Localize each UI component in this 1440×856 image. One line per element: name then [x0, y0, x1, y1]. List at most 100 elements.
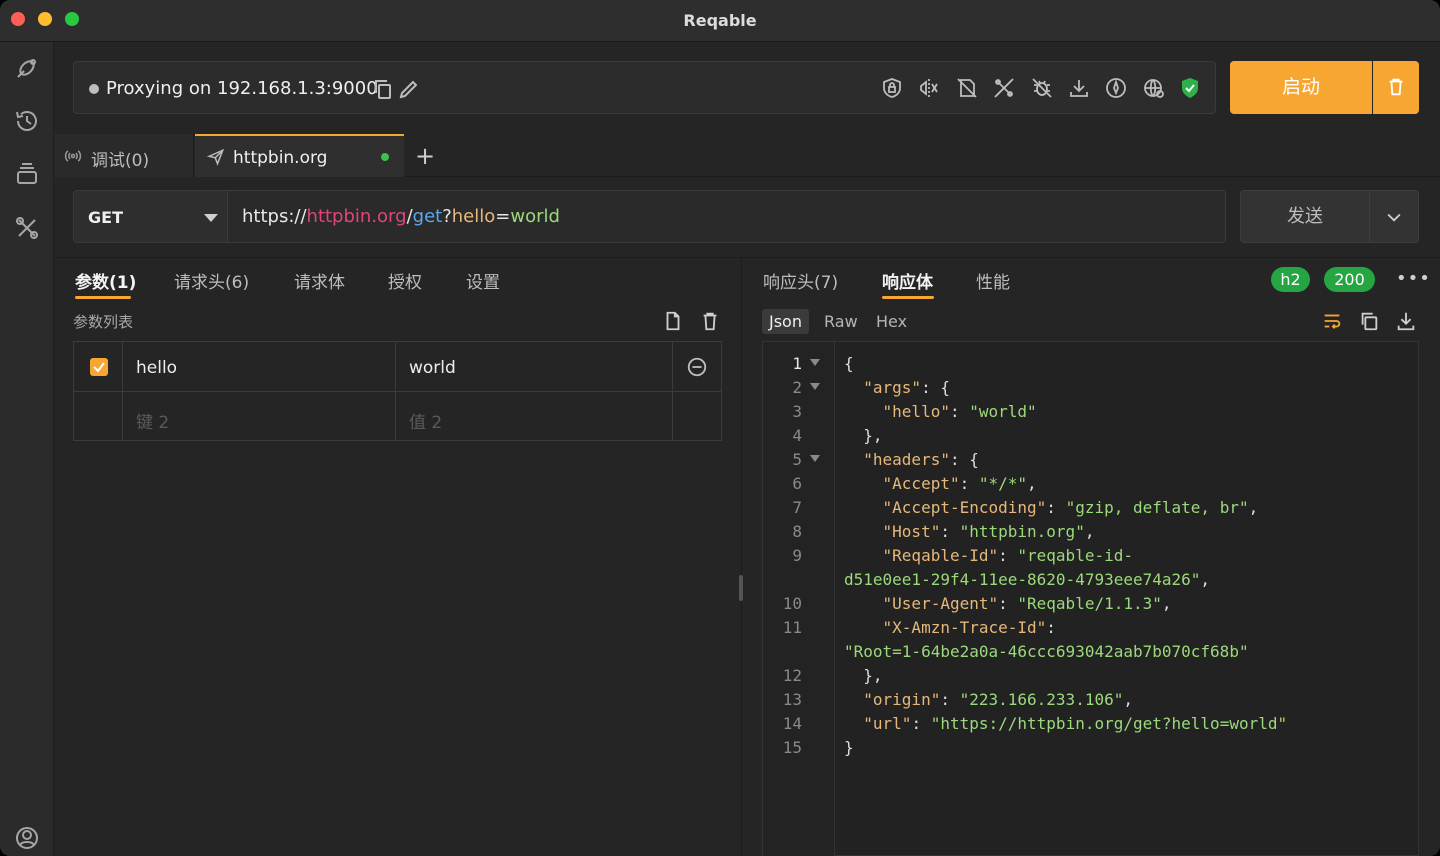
- tab-httpbin[interactable]: httpbin.org: [195, 134, 404, 177]
- panel-divider: [741, 258, 742, 856]
- proxy-status-dot: [89, 84, 99, 94]
- fold-icon[interactable]: [810, 383, 820, 390]
- speed-icon[interactable]: [1104, 76, 1128, 100]
- url-text: https://httpbin.org/get?hello=world: [242, 206, 560, 227]
- account-icon[interactable]: [13, 824, 41, 852]
- collections-icon[interactable]: [13, 160, 41, 188]
- tab-auth[interactable]: 授权: [388, 268, 422, 293]
- send-button[interactable]: 发送: [1240, 190, 1370, 243]
- format-hex[interactable]: Hex: [869, 309, 914, 334]
- new-param-key-placeholder: 键 2: [136, 413, 170, 433]
- param-value-field[interactable]: world: [396, 342, 673, 392]
- tools-icon[interactable]: [13, 214, 41, 242]
- code-line: "origin": "223.166.233.106",: [863, 690, 1133, 709]
- code-line: "args": {: [863, 378, 950, 397]
- no-tools-icon[interactable]: [992, 76, 1016, 100]
- antenna-icon: [64, 150, 82, 162]
- tab-request-body[interactable]: 请求体: [294, 268, 345, 293]
- ssl-proxy-icon[interactable]: [880, 76, 904, 100]
- tab-httpbin-label: httpbin.org: [233, 148, 328, 168]
- protocol-badge: h2: [1271, 267, 1310, 292]
- line-number: 8: [792, 522, 802, 541]
- download-icon[interactable]: [1395, 310, 1417, 332]
- tab-settings[interactable]: 设置: [466, 268, 500, 293]
- debug-icon[interactable]: [1030, 76, 1054, 100]
- wrap-icon[interactable]: [1321, 310, 1343, 332]
- block-icon[interactable]: [955, 76, 979, 100]
- tab-performance[interactable]: 性能: [976, 268, 1010, 293]
- line-number: 2: [792, 378, 802, 397]
- history-icon[interactable]: [13, 107, 41, 135]
- new-param-key-field[interactable]: 键 2: [123, 392, 396, 440]
- app-window: Reqable Proxying on 192.168.1.3:9000 启动 …: [0, 0, 1440, 856]
- proxy-status-bar: Proxying on 192.168.1.3:9000: [73, 61, 1216, 114]
- line-number: 10: [782, 594, 802, 613]
- code-line: "url": "https://httpbin.org/get?hello=wo…: [863, 714, 1288, 733]
- tab-debug-label: 调试(0): [91, 151, 150, 171]
- tab-response-headers[interactable]: 响应头(7): [763, 268, 838, 293]
- line-number: 14: [782, 714, 802, 733]
- code-line: },: [844, 426, 883, 445]
- title-bar: Reqable: [0, 0, 1440, 42]
- code-line: "Root=1-64be2a0a-46ccc693042aab7b070cf68…: [844, 642, 1249, 661]
- format-raw[interactable]: Raw: [817, 309, 865, 334]
- code-line: {: [844, 354, 854, 373]
- active-response-tab-indicator: [882, 296, 934, 299]
- tab-request-headers[interactable]: 请求头(6): [174, 268, 249, 293]
- code-line: "Accept": "*/*",: [882, 474, 1037, 493]
- send-options-button[interactable]: [1369, 190, 1419, 243]
- chevron-down-icon: [204, 214, 218, 222]
- fold-icon[interactable]: [810, 455, 820, 462]
- send-icon: [207, 148, 225, 166]
- add-tab-button[interactable]: +: [415, 144, 435, 168]
- line-number-gutter: 1 2 3 4 5 6 7 8 9 10 11 12 13 14 15: [763, 342, 835, 856]
- line-number: 15: [782, 738, 802, 757]
- new-param-value-placeholder: 值 2: [409, 413, 443, 433]
- file-icon[interactable]: [662, 310, 684, 332]
- code-line: d51e0ee1-29f4-11ee-8620-4793eee74a26",: [844, 570, 1211, 589]
- download-icon[interactable]: [1067, 76, 1091, 100]
- code-line: "headers": {: [863, 450, 979, 469]
- fold-icon[interactable]: [810, 359, 820, 366]
- code-line: "User-Agent": "Reqable/1.1.3",: [882, 594, 1172, 613]
- shield-icon[interactable]: [1178, 76, 1202, 100]
- proxy-status-text: Proxying on 192.168.1.3:9000: [106, 78, 378, 99]
- tab-debug[interactable]: 调试(0): [54, 134, 194, 177]
- trash-icon[interactable]: [699, 310, 721, 332]
- code-line: },: [844, 666, 883, 685]
- line-number: 3: [792, 402, 802, 421]
- param-checkbox[interactable]: [90, 358, 108, 376]
- tab-params[interactable]: 参数(1): [75, 268, 136, 293]
- network-icon[interactable]: [1142, 76, 1166, 100]
- mirror-icon[interactable]: [917, 76, 941, 100]
- code-line: "hello": "world": [882, 402, 1037, 421]
- response-body-editor[interactable]: 1 2 3 4 5 6 7 8 9 10 11 12 13 14 15 { "a…: [762, 341, 1419, 856]
- clear-button[interactable]: [1373, 61, 1419, 114]
- edit-icon[interactable]: [397, 77, 418, 99]
- satellite-icon[interactable]: [13, 54, 41, 82]
- param-key: hello: [136, 358, 178, 378]
- new-param-value-field[interactable]: 值 2: [396, 392, 673, 440]
- remove-circle-icon[interactable]: [686, 356, 708, 378]
- status-badge: 200: [1324, 267, 1375, 292]
- url-input[interactable]: https://httpbin.org/get?hello=world: [227, 190, 1226, 243]
- param-checkbox-cell[interactable]: [74, 342, 123, 392]
- resize-handle[interactable]: [739, 575, 743, 601]
- line-number: 1: [792, 354, 802, 373]
- chevron-down-icon: [1387, 213, 1401, 222]
- copy-icon[interactable]: [1358, 310, 1380, 332]
- line-number: 11: [782, 618, 802, 637]
- side-rail: [0, 42, 54, 856]
- code-line: "Reqable-Id": "reqable-id-: [882, 546, 1133, 565]
- start-button[interactable]: 启动: [1230, 61, 1372, 114]
- format-json[interactable]: Json: [762, 309, 809, 334]
- more-icon[interactable]: •••: [1396, 268, 1431, 289]
- tab-response-body[interactable]: 响应体: [882, 268, 933, 293]
- line-number: 13: [782, 690, 802, 709]
- param-key-field[interactable]: hello: [123, 342, 396, 392]
- method-select[interactable]: GET: [73, 190, 228, 243]
- tab-strip: 调试(0) httpbin.org +: [54, 134, 1440, 177]
- params-list-title: 参数列表: [73, 313, 134, 331]
- copy-icon[interactable]: [371, 77, 391, 99]
- method-label: GET: [88, 208, 123, 227]
